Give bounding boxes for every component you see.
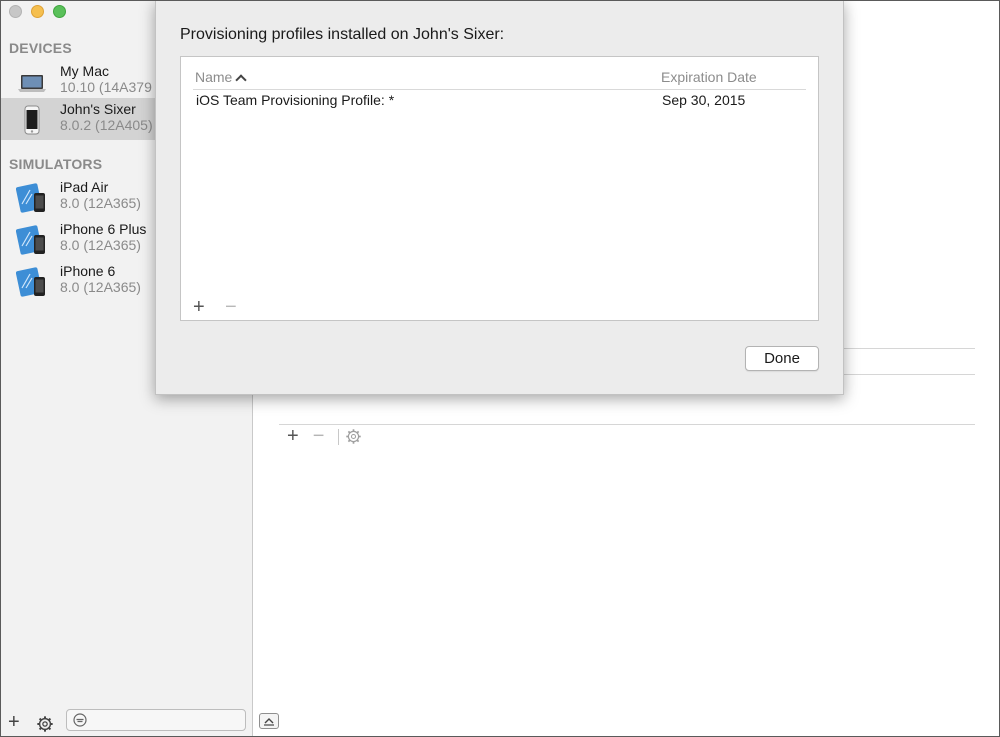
toggle-console-button[interactable]: [259, 713, 279, 729]
provisioning-profiles-sheet: Provisioning profiles installed on John'…: [155, 0, 844, 395]
profile-name-cell: iOS Team Provisioning Profile: *: [196, 92, 395, 108]
chevron-up-icon: [264, 718, 274, 726]
simulator-name: iPhone 6 Plus: [60, 221, 147, 237]
add-profile-button[interactable]: +: [193, 297, 205, 317]
simulator-icon: [16, 225, 45, 255]
detail-divider: [279, 424, 975, 425]
minimize-window-button[interactable]: [31, 5, 44, 18]
device-filter-field[interactable]: [66, 709, 246, 731]
device-os-version: 8.0.2 (12A405): [60, 117, 153, 133]
devices-section-header: DEVICES: [9, 40, 72, 56]
simulator-icon: [16, 183, 45, 213]
sort-ascending-icon: [235, 74, 248, 86]
column-header-label: Name: [195, 69, 233, 85]
simulator-name: iPad Air: [60, 179, 109, 195]
filter-icon: [73, 713, 87, 727]
apps-table-toolbar: + −: [287, 425, 362, 448]
close-window-button[interactable]: [9, 5, 22, 18]
done-button[interactable]: Done: [745, 346, 819, 371]
device-name: My Mac: [60, 63, 109, 79]
simulator-os-version: 8.0 (12A365): [60, 279, 141, 295]
simulator-name: iPhone 6: [60, 263, 116, 279]
detail-divider: [843, 374, 975, 375]
expiration-date-cell: Sep 30, 2015: [662, 92, 746, 108]
iphone-icon: [24, 105, 40, 135]
remove-app-button[interactable]: −: [313, 425, 325, 448]
header-divider: [193, 89, 806, 90]
sidebar-bottom-bar: +: [0, 707, 253, 737]
simulator-icon: [16, 267, 45, 297]
device-name: John's Sixer: [60, 101, 136, 117]
add-app-button[interactable]: +: [287, 425, 299, 448]
window-controls: [9, 5, 66, 18]
zoom-window-button[interactable]: [53, 5, 66, 18]
toolbar-separator: [338, 428, 340, 445]
column-header-expiration[interactable]: Expiration Date: [661, 69, 757, 85]
detail-divider: [843, 348, 975, 349]
remove-profile-button[interactable]: −: [225, 297, 237, 317]
column-header-name[interactable]: Name: [195, 69, 248, 86]
gear-icon[interactable]: [345, 428, 362, 445]
simulators-section-header: SIMULATORS: [9, 156, 103, 172]
profiles-table: Name Expiration Date iOS Team Provisioni…: [180, 56, 819, 321]
device-os-version: 10.10 (14A379: [60, 79, 152, 95]
gear-icon[interactable]: [36, 715, 54, 733]
sheet-title: Provisioning profiles installed on John'…: [180, 26, 505, 43]
add-device-button[interactable]: +: [8, 712, 20, 732]
laptop-icon: [18, 75, 46, 92]
simulator-os-version: 8.0 (12A365): [60, 237, 141, 253]
simulator-os-version: 8.0 (12A365): [60, 195, 141, 211]
